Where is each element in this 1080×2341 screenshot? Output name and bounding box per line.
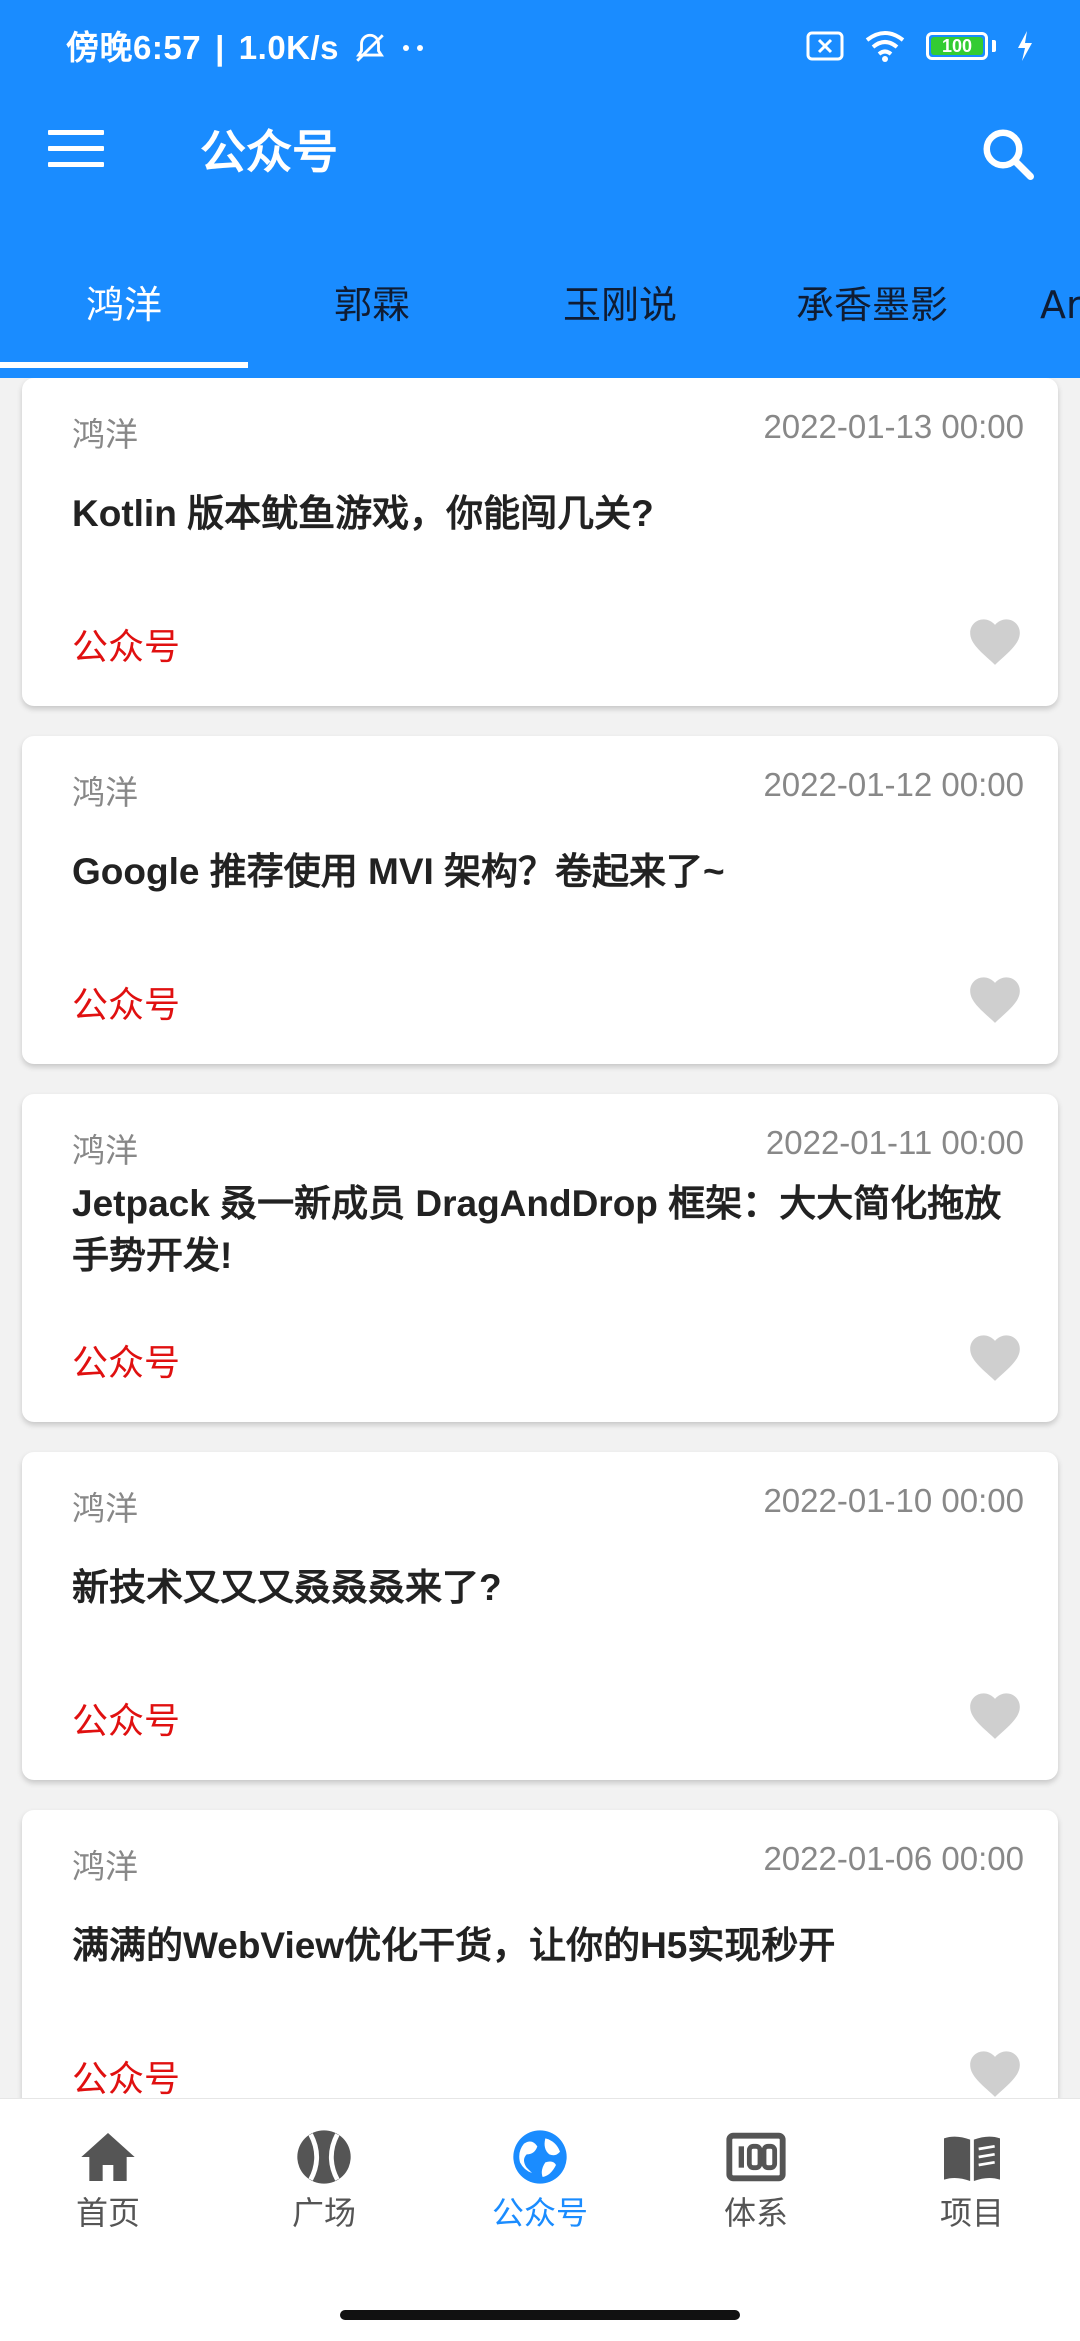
status-right: 100 — [806, 30, 1034, 62]
nav-official-accounts[interactable]: 公众号 — [432, 2125, 648, 2245]
menu-icon[interactable] — [48, 130, 104, 178]
heart-icon[interactable] — [966, 614, 1024, 666]
article-card[interactable]: 鸿洋 2022-01-13 00:00 Kotlin 版本鱿鱼游戏，你能闯几关?… — [22, 378, 1058, 706]
toolbar: 公众号 — [0, 96, 1080, 212]
app-bar: 傍晚6:57 | 1.0K/s 100 公众号 鸿洋 郭霖 玉刚说 承香墨影 A… — [0, 0, 1080, 378]
home-indicator[interactable] — [340, 2310, 740, 2320]
heart-icon[interactable] — [966, 1688, 1024, 1740]
nav-home-label: 首页 — [75, 2194, 140, 2232]
article-tag[interactable]: 公众号 — [72, 2050, 180, 2098]
tab-yugangshuo[interactable]: 玉刚说 — [496, 262, 744, 372]
wifi-icon — [865, 31, 905, 62]
article-title[interactable]: 满满的WebView优化干货，让你的H5实现秒开 — [72, 1920, 1008, 1972]
grid-100-icon — [726, 2132, 786, 2182]
article-tag[interactable]: 公众号 — [72, 1692, 180, 1744]
heart-icon[interactable] — [966, 972, 1024, 1024]
article-author: 鸿洋 — [72, 1847, 138, 1886]
article-list[interactable]: 鸿洋 2022-01-13 00:00 Kotlin 版本鱿鱼游戏，你能闯几关?… — [0, 378, 1080, 2098]
article-tag[interactable]: 公众号 — [72, 976, 180, 1028]
tab-indicator — [0, 362, 248, 368]
article-title[interactable]: 新技术又又又叒叒叒来了? — [72, 1562, 1008, 1614]
article-card[interactable]: 鸿洋 2022-01-06 00:00 满满的WebView优化干货，让你的H5… — [22, 1810, 1058, 2098]
article-card[interactable]: 鸿洋 2022-01-11 00:00 Jetpack 叒一新成员 DragAn… — [22, 1094, 1058, 1422]
nav-home[interactable]: 首页 — [0, 2125, 216, 2245]
nav-system-label: 体系 — [723, 2194, 788, 2232]
nav-projects-label: 项目 — [939, 2194, 1004, 2232]
article-title[interactable]: Kotlin 版本鱿鱼游戏，你能闯几关? — [72, 488, 1008, 540]
status-bar: 傍晚6:57 | 1.0K/s 100 — [0, 0, 1080, 96]
ball-icon — [297, 2130, 351, 2184]
globe-icon — [513, 2130, 567, 2184]
heart-icon[interactable] — [966, 1330, 1024, 1382]
tab-chengxiangmoying[interactable]: 承香墨影 — [744, 262, 1000, 372]
dots-icon — [403, 45, 424, 51]
article-author: 鸿洋 — [72, 415, 138, 454]
home-icon — [81, 2133, 135, 2181]
sim-x-icon — [806, 31, 844, 61]
status-speed: 1.0K/s — [238, 29, 340, 66]
search-icon[interactable] — [978, 124, 1038, 184]
article-date: 2022-01-06 00:00 — [763, 1840, 1024, 1877]
book-icon — [944, 2136, 1000, 2181]
article-author: 鸿洋 — [72, 1131, 138, 1170]
page-title: 公众号 — [200, 125, 338, 179]
tab-hongyang[interactable]: 鸿洋 — [0, 262, 248, 372]
charging-icon — [1018, 31, 1032, 61]
status-left: 傍晚6:57 | 1.0K/s — [66, 24, 427, 72]
status-separator: | — [215, 29, 225, 66]
article-title[interactable]: Google 推荐使用 MVI 架构？卷起来了~ — [72, 846, 1008, 898]
battery-cap — [992, 40, 996, 52]
article-date: 2022-01-10 00:00 — [763, 1482, 1024, 1519]
article-author: 鸿洋 — [72, 1489, 138, 1528]
tab-guolin[interactable]: 郭霖 — [248, 262, 496, 372]
article-author: 鸿洋 — [72, 773, 138, 812]
nav-square-label: 广场 — [291, 2194, 356, 2232]
article-date: 2022-01-13 00:00 — [763, 408, 1024, 445]
battery-icon: 100 — [926, 32, 988, 60]
tab-bar: 鸿洋 郭霖 玉刚说 承香墨影 Ar — [0, 262, 1080, 378]
nav-square[interactable]: 广场 — [216, 2125, 432, 2245]
bottom-navigation: 首页 广场 公众号 体系 项目 — [0, 2098, 1080, 2341]
article-tag[interactable]: 公众号 — [72, 1334, 180, 1386]
article-title[interactable]: Jetpack 叒一新成员 DragAndDrop 框架：大大简化拖放手势开发! — [72, 1178, 1008, 1282]
nav-projects[interactable]: 项目 — [864, 2125, 1080, 2245]
status-time: 傍晚6:57 — [66, 29, 202, 66]
article-date: 2022-01-11 00:00 — [765, 1124, 1024, 1161]
nav-system[interactable]: 体系 — [648, 2125, 864, 2245]
article-date: 2022-01-12 00:00 — [763, 766, 1024, 803]
heart-icon[interactable] — [966, 2046, 1024, 2098]
article-tag[interactable]: 公众号 — [72, 618, 180, 670]
nav-official-accounts-label: 公众号 — [491, 2194, 588, 2232]
tab-android[interactable]: Ar — [1040, 262, 1080, 372]
mute-bell-icon — [356, 33, 385, 62]
battery-percent: 100 — [941, 36, 973, 56]
article-card[interactable]: 鸿洋 2022-01-10 00:00 新技术又又又叒叒叒来了? 公众号 — [22, 1452, 1058, 1780]
article-card[interactable]: 鸿洋 2022-01-12 00:00 Google 推荐使用 MVI 架构？卷… — [22, 736, 1058, 1064]
